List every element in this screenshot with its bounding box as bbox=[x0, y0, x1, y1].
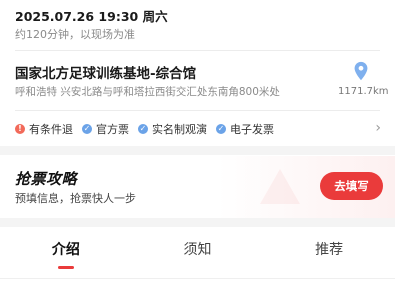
tag-label: 官方票 bbox=[96, 123, 129, 136]
check-icon: ✓ bbox=[138, 124, 148, 134]
tag-e-invoice: ✓ 电子发票 bbox=[216, 121, 274, 137]
tag-label: 有条件退 bbox=[29, 123, 73, 136]
chevron-right-icon[interactable]: › bbox=[375, 121, 381, 135]
active-tab-indicator bbox=[57, 266, 74, 269]
tag-official-ticket: ✓ 官方票 bbox=[82, 121, 129, 137]
service-tags[interactable]: ! 有条件退 ✓ 官方票 ✓ 实名制观演 ✓ 电子发票 bbox=[15, 121, 380, 137]
venue-distance: 1171.7km bbox=[338, 86, 389, 97]
section-separator bbox=[0, 218, 395, 227]
divider bbox=[15, 50, 380, 51]
watermark-icon bbox=[260, 169, 300, 204]
tab-label: 推荐 bbox=[315, 242, 344, 258]
tag-real-name: ✓ 实名制观演 bbox=[138, 121, 207, 137]
ticket-strategy-banner[interactable]: 抢票攻略 预填信息，抢票快人一步 去填写 bbox=[0, 156, 395, 218]
detail-tabs: 介绍 须知 推荐 bbox=[0, 228, 395, 296]
info-icon: ! bbox=[15, 124, 25, 134]
venue-name[interactable]: 国家北方足球训练基地-综合馆 bbox=[15, 62, 196, 82]
check-icon: ✓ bbox=[216, 124, 226, 134]
tab-intro[interactable]: 介绍 bbox=[0, 228, 132, 296]
divider bbox=[15, 110, 380, 111]
tag-conditional-refund: ! 有条件退 bbox=[15, 121, 73, 137]
tab-label: 须知 bbox=[183, 242, 212, 258]
event-datetime: 2025.07.26 19:30 周六 bbox=[15, 9, 168, 24]
event-duration: 约120分钟，以现场为准 bbox=[15, 28, 135, 41]
tab-label: 介绍 bbox=[51, 242, 80, 258]
fill-in-button[interactable]: 去填写 bbox=[320, 172, 383, 200]
location-pin-icon[interactable] bbox=[350, 60, 372, 82]
tab-recommend[interactable]: 推荐 bbox=[263, 228, 395, 296]
promo-title: 抢票攻略 bbox=[15, 170, 78, 188]
check-icon: ✓ bbox=[82, 124, 92, 134]
tag-label: 实名制观演 bbox=[152, 123, 207, 136]
venue-address: 呼和浩特 兴安北路与呼和塔拉西街交汇处东南角800米处 bbox=[15, 86, 280, 98]
divider bbox=[0, 278, 395, 279]
tab-notice[interactable]: 须知 bbox=[132, 228, 264, 296]
section-separator bbox=[0, 146, 395, 155]
tag-label: 电子发票 bbox=[230, 123, 274, 136]
promo-subtitle: 预填信息，抢票快人一步 bbox=[15, 192, 136, 205]
